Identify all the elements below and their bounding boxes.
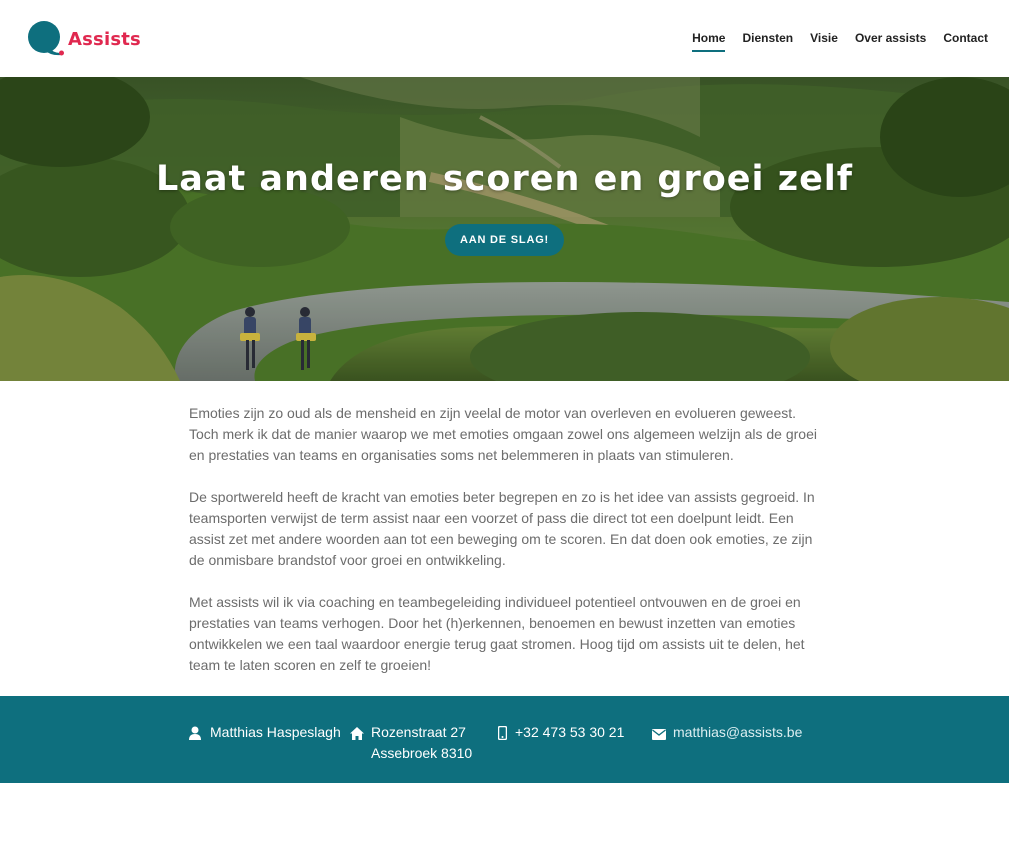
cta-button[interactable]: AAN DE SLAG! [445,224,564,256]
main-nav: Home Diensten Visie Over assists Contact [675,31,988,52]
contact-address: Rozenstraat 27 Assebroek 8310 [350,722,472,764]
contact-name-text: Matthias Haspeslagh [210,724,341,740]
nav-contact[interactable]: Contact [943,31,988,51]
contact-email: matthias@assists.be [652,722,802,743]
mobile-phone-icon [497,725,508,741]
home-icon [350,725,364,740]
logo-icon [27,20,65,56]
nav-home[interactable]: Home [692,31,726,52]
address-line1: Rozenstraat 27 [371,724,466,740]
nav-over-assists[interactable]: Over assists [855,31,926,51]
contact-name: Matthias Haspeslagh [189,722,341,743]
contact-phone: +32 473 53 30 21 [497,722,624,743]
nav-diensten[interactable]: Diensten [742,31,793,51]
nav-visie[interactable]: Visie [810,31,838,51]
paragraph: De sportwereld heeft de kracht van emoti… [189,489,815,568]
intro-text: Emoties zijn zo oud als de mensheid en z… [189,403,821,697]
hero-banner: Laat anderen scoren en groei zelf AAN DE… [0,77,1009,381]
user-icon [189,725,203,740]
envelope-icon [652,725,666,740]
site-header: Assists Home Diensten Visie Over assists… [0,0,1009,77]
phone-number[interactable]: +32 473 53 30 21 [515,722,624,743]
contact-footer: Matthias Haspeslagh Rozenstraat 27 Asseb… [0,696,1009,783]
paragraph: Met assists wil ik via coaching en teamb… [189,594,805,673]
logo-text: Assists [68,29,141,50]
hero-title: Laat anderen scoren en groei zelf [155,159,854,199]
paragraph: Emoties zijn zo oud als de mensheid en z… [189,405,817,463]
logo[interactable]: Assists [27,20,141,56]
address-line2: Assebroek 8310 [371,745,473,761]
email-link[interactable]: matthias@assists.be [673,722,802,743]
